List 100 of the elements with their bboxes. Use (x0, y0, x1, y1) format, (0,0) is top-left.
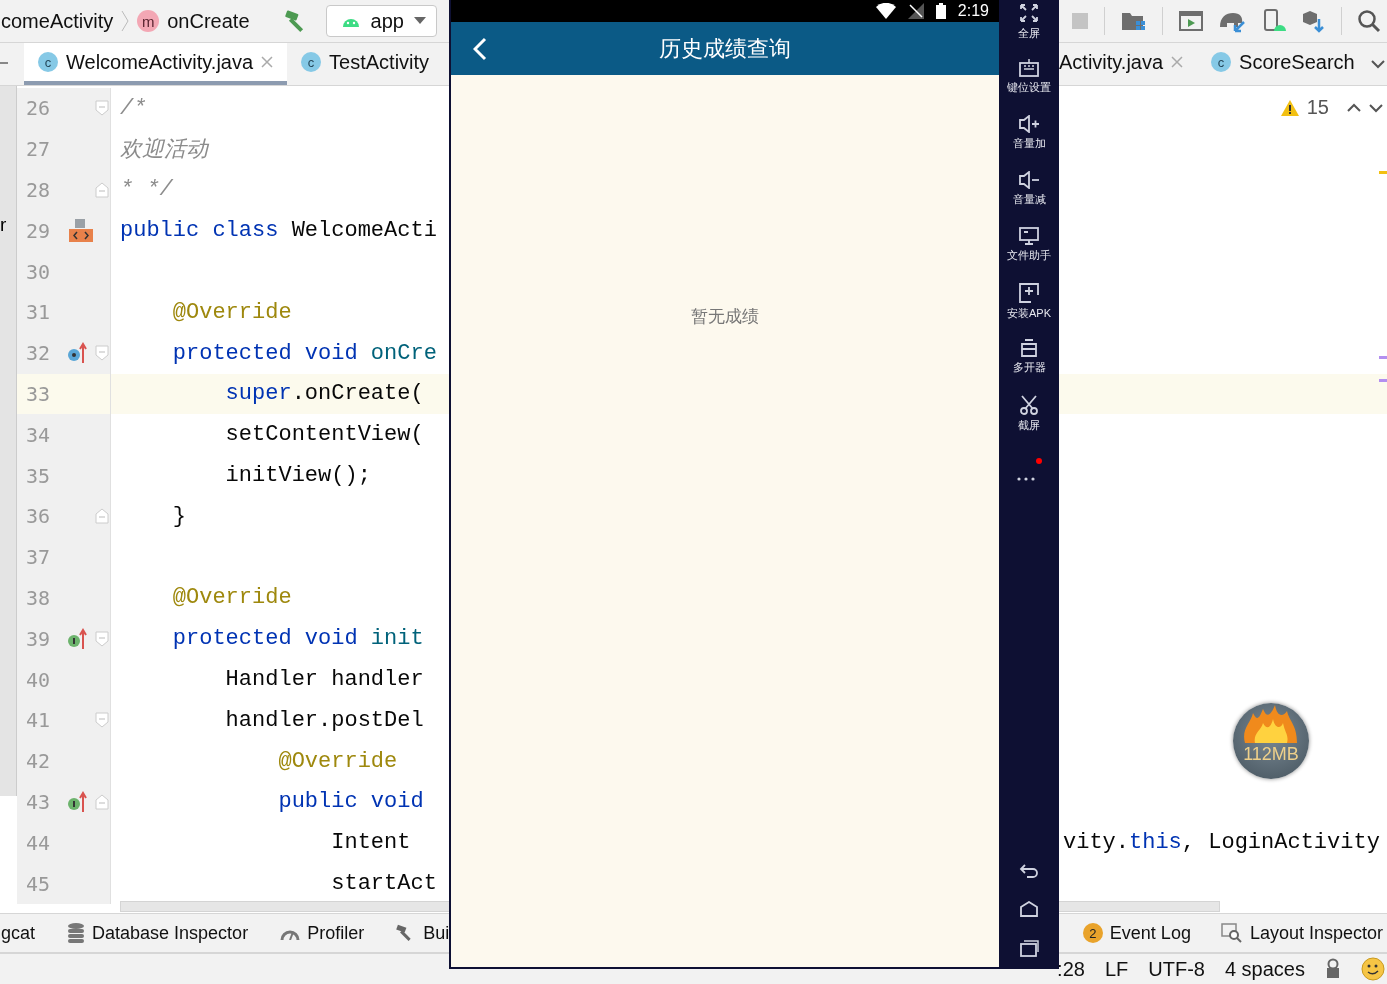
speaker-minus-icon (1018, 171, 1040, 189)
code-token: protected (171, 626, 293, 652)
emulator-tool-button[interactable]: 键位设置 (1007, 59, 1051, 112)
tab-label: WelcomeActivity.java (66, 50, 254, 74)
status-item[interactable]: UTF-8 (1148, 957, 1205, 981)
code-token: handler.postDel (224, 707, 424, 733)
layout-file-icon[interactable] (67, 217, 96, 244)
editor-tab[interactable]: c TestActivity (287, 43, 430, 85)
code-token: @Override (277, 748, 398, 774)
fold-marker-icon[interactable] (95, 630, 110, 647)
code-token: } (171, 503, 186, 529)
code-token: super (224, 381, 292, 407)
emulator-tool-button[interactable]: 音量加 (1012, 115, 1046, 168)
run-config-dropdown[interactable]: app (325, 5, 437, 37)
box-download-icon[interactable] (1301, 9, 1326, 33)
chevron-down-icon[interactable] (1371, 59, 1385, 69)
override-icon[interactable] (67, 342, 90, 365)
inspection-widget[interactable]: 15 (1280, 96, 1383, 119)
count-badge: 2 (1082, 923, 1103, 943)
tool-window-button[interactable]: gcat (1, 922, 36, 944)
status-item[interactable]: LF (1104, 957, 1129, 981)
emulator-tool-button[interactable]: 音量减 (1012, 171, 1046, 224)
code-token: onCre (370, 340, 437, 366)
tool-window-button[interactable]: Layout Inspector (1220, 922, 1383, 944)
code-token: Intent (330, 830, 411, 856)
line-number: 35 (25, 462, 52, 490)
chevron-down-icon[interactable] (1369, 102, 1383, 113)
close-icon[interactable] (261, 56, 274, 68)
caret-icon (413, 17, 426, 25)
fold-marker-icon[interactable] (95, 100, 110, 117)
line-number: 37 (25, 544, 52, 572)
code-token: .onCreate( (291, 381, 424, 407)
signal-icon (907, 3, 924, 19)
fold-marker-icon[interactable] (95, 182, 110, 198)
empty-message: 暂无成绩 (691, 306, 759, 328)
line-number: 42 (25, 748, 52, 776)
line-number: 45 (25, 870, 52, 898)
status-item[interactable]: 4 spaces (1224, 957, 1305, 981)
status-item[interactable]: :28 (1057, 957, 1085, 981)
speaker-plus-icon (1018, 115, 1040, 133)
line-number: 40 (25, 666, 52, 694)
warning-count: 15 (1306, 96, 1329, 119)
run-window-icon[interactable] (1178, 10, 1203, 32)
code-token: void (370, 789, 424, 815)
code-token: this (1129, 830, 1182, 856)
emulator-tool-button[interactable]: 全屏 (1018, 3, 1040, 56)
minus-icon (0, 62, 8, 66)
code-token: , LoginActivity (1181, 830, 1380, 856)
emulator-tool-button[interactable]: 安装APK (1007, 283, 1051, 336)
emulator-tool-button[interactable]: 多开器 (1012, 339, 1046, 392)
scrollbar-segment[interactable] (120, 901, 449, 912)
emulator-tool-button[interactable]: 截屏 (1018, 395, 1040, 448)
implements-icon[interactable] (67, 790, 90, 813)
tool-window-button[interactable]: Profiler (280, 922, 365, 944)
scrollbar-segment[interactable] (1059, 901, 1220, 912)
line-number: 27 (25, 136, 52, 164)
code-token: public (277, 789, 359, 815)
recents-icon[interactable] (1019, 939, 1039, 957)
tool-window-button[interactable]: Database Inspector (67, 922, 249, 944)
fold-marker-icon[interactable] (95, 793, 110, 810)
code-token: void (304, 626, 359, 652)
back-arrow-icon[interactable] (1019, 863, 1039, 879)
class-badge: c (1211, 52, 1232, 72)
code-token: class (212, 218, 280, 244)
home-icon[interactable] (1019, 901, 1039, 917)
code-token: initView(); (224, 463, 371, 489)
smiley-icon[interactable] (1361, 957, 1385, 981)
back-icon[interactable] (473, 36, 487, 61)
code-token: setContentView( (224, 422, 424, 448)
emulator-tool-button[interactable]: 文件助手 (1007, 227, 1051, 280)
tool-window-button[interactable]: 2 Event Log (1082, 922, 1191, 944)
phone-android-icon[interactable] (1261, 9, 1286, 33)
screen-title: 历史成绩查询 (659, 34, 791, 63)
fold-marker-icon[interactable] (95, 508, 110, 525)
fold-marker-icon[interactable] (95, 345, 110, 362)
fold-marker-icon[interactable] (95, 712, 110, 729)
line-number: 32 (25, 340, 52, 368)
code-token: /* (120, 95, 147, 121)
code-token: init (370, 626, 424, 652)
panel-text: r (0, 214, 7, 236)
search-icon[interactable] (1356, 9, 1381, 33)
editor-tab[interactable]: c WelcomeActivity.java (24, 43, 288, 85)
code-token: public (120, 218, 201, 244)
battery-icon (935, 3, 946, 19)
editor-tab[interactable]: Activity.java (1059, 43, 1198, 85)
editor-tab[interactable]: c ScoreSearch (1197, 43, 1369, 85)
code-token: void (304, 340, 359, 366)
clock: 2:19 (957, 2, 989, 20)
code-token: protected (171, 340, 293, 366)
class-badge: c (301, 52, 322, 72)
code-token: @Override (171, 585, 292, 611)
chevron-up-icon[interactable] (1347, 102, 1361, 113)
line-number: 39 (25, 625, 52, 653)
tool-window-button[interactable]: Bui (396, 922, 450, 944)
fullscreen-icon (1019, 3, 1039, 23)
lock-icon[interactable] (1325, 958, 1341, 980)
folder-icon[interactable] (1120, 10, 1147, 32)
implements-icon[interactable] (67, 627, 90, 650)
breadcrumb-method[interactable]: onCreate (167, 9, 250, 33)
breadcrumb-class[interactable]: comeActivity (1, 9, 114, 33)
